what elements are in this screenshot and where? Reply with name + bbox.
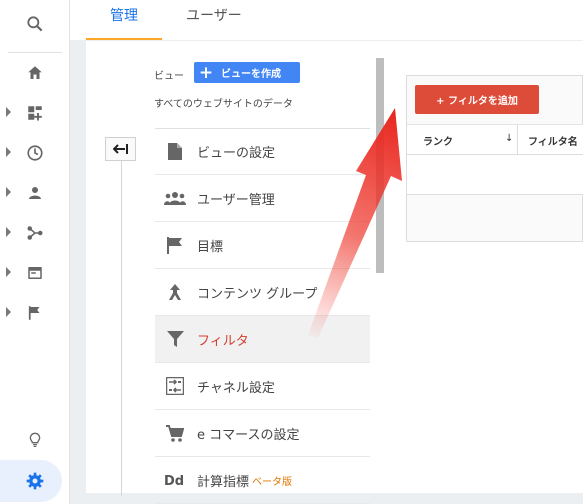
search-button[interactable] (0, 4, 70, 44)
merge-arrow-icon (169, 284, 181, 300)
svg-text:Dd: Dd (164, 474, 184, 487)
filters-empty-row (407, 155, 583, 195)
people-icon (164, 192, 186, 205)
expand-caret-icon (6, 307, 11, 317)
tab-users[interactable]: ユーザー (186, 0, 242, 40)
menu-item-label: 目標 (197, 239, 224, 255)
menu-item-content-grouping[interactable]: コンテンツ グループ (155, 269, 370, 316)
filters-table-header: ランク ↓ フィルタ名 (407, 124, 583, 156)
tab-admin[interactable]: 管理 (86, 0, 162, 40)
home-button[interactable] (0, 53, 70, 93)
menu-item-goals[interactable]: 目標 (155, 222, 370, 269)
document-icon (168, 143, 182, 160)
search-icon (27, 16, 43, 32)
acquisition-button[interactable] (0, 213, 70, 253)
view-column-label: ビュー (154, 71, 184, 82)
menu-item-label: ユーザー管理 (197, 192, 275, 208)
menu-item-ecommerce-settings[interactable]: e コマースの設定 (155, 410, 370, 457)
plus-icon: + (198, 62, 214, 83)
view-settings-menu: ビューの設定 ユーザー管理 目標 コンテンツ グループ フィルタ チャネル設定 … (155, 128, 370, 504)
conversions-button[interactable] (0, 293, 70, 333)
realtime-button[interactable] (0, 133, 70, 173)
admin-gear-icon (26, 472, 44, 490)
view-selector[interactable]: すべてのウェブサイトのデータ (154, 95, 293, 110)
behavior-button[interactable] (0, 253, 70, 293)
menu-item-label: 計算指標 (197, 474, 250, 490)
tree-connector-line (121, 161, 122, 496)
column-header-filter-name[interactable]: フィルタ名 (528, 133, 578, 148)
discover-button[interactable] (0, 420, 70, 460)
behavior-icon (28, 267, 42, 279)
create-view-label: ビューを作成 (221, 69, 281, 80)
menu-item-view-settings[interactable]: ビューの設定 (155, 128, 370, 175)
dd-icon: Dd (164, 474, 184, 487)
column-divider (517, 125, 518, 156)
back-button[interactable] (105, 137, 136, 161)
customization-button[interactable] (0, 93, 70, 133)
create-view-button[interactable]: + ビューを作成 (194, 62, 300, 83)
menu-item-channel-settings[interactable]: チャネル設定 (155, 363, 370, 410)
back-arrow-icon (112, 144, 128, 154)
audience-person-icon (29, 187, 41, 199)
add-filter-button[interactable]: + フィルタを追加 (415, 85, 539, 114)
menu-item-label: ビューの設定 (197, 146, 276, 161)
acquisition-icon (27, 226, 43, 240)
cart-icon (166, 424, 184, 442)
menu-item-label: チャネル設定 (197, 380, 275, 396)
customization-icon (28, 106, 42, 121)
beta-badge: ベータ版 (252, 476, 293, 488)
admin-button[interactable] (0, 461, 70, 501)
menu-item-label: e コマースの設定 (197, 427, 300, 443)
menu-item-label: フィルタ (197, 333, 249, 349)
flag-icon (167, 236, 182, 254)
expand-caret-icon (6, 267, 11, 277)
realtime-clock-icon (27, 145, 43, 161)
admin-tab-bar: 管理 ユーザー (70, 0, 583, 40)
expand-caret-icon (6, 187, 11, 197)
expand-caret-icon (6, 107, 11, 117)
menu-scrollbar[interactable] (376, 58, 384, 273)
expand-caret-icon (6, 147, 11, 157)
home-icon (28, 66, 42, 79)
column-header-rank[interactable]: ランク (423, 133, 453, 148)
discover-lightbulb-icon (29, 432, 41, 447)
expand-caret-icon (6, 227, 11, 237)
menu-item-label: コンテンツ グループ (197, 286, 318, 302)
menu-item-calculated-metrics[interactable]: Dd 計算指標 ベータ版 (155, 457, 370, 504)
left-nav-rail (0, 0, 70, 504)
menu-item-filters[interactable]: フィルタ (155, 316, 370, 363)
menu-item-user-management[interactable]: ユーザー管理 (155, 175, 370, 222)
channel-settings-icon (166, 377, 184, 395)
audience-button[interactable] (0, 173, 70, 213)
funnel-icon (166, 331, 184, 347)
sort-down-arrow-icon[interactable]: ↓ (505, 133, 513, 144)
conversions-flag-icon (28, 306, 40, 320)
